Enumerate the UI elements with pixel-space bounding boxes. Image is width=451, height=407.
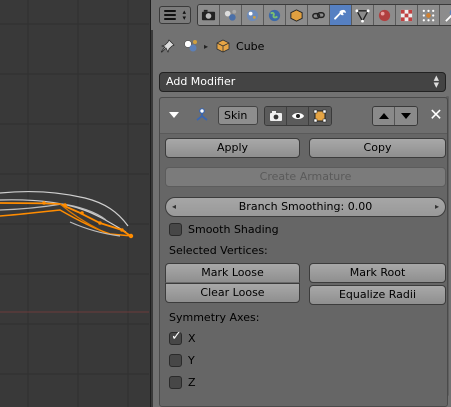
selected-vertices-heading: Selected Vertices: (169, 244, 268, 257)
physics-tab[interactable] (440, 5, 451, 25)
collapse-triangle-icon[interactable] (169, 112, 179, 118)
object-icon (290, 8, 303, 22)
pin-icon[interactable] (161, 39, 175, 53)
render-layers-icon (224, 9, 237, 21)
properties-editor: ▴ ▾ ▸ Cube Add Modifier ▲ ▼ Skin ✕ Apply… (150, 0, 451, 407)
particles-tab[interactable] (418, 5, 440, 25)
mark-loose-button[interactable]: Mark Loose (165, 263, 300, 283)
object-data-icon (355, 8, 370, 23)
world-icon (268, 9, 281, 21)
modifier-visibility-toggles (264, 106, 332, 126)
modifier-header: Skin ✕ (160, 98, 447, 134)
breadcrumb-separator-icon: ▸ (204, 41, 209, 51)
apply-button[interactable]: Apply (165, 138, 300, 158)
symmetry-y-checkbox[interactable] (169, 353, 182, 367)
smooth-shading-checkbox[interactable] (169, 222, 182, 236)
copy-button[interactable]: Copy (309, 138, 446, 158)
add-modifier-menu[interactable]: Add Modifier ▲ ▼ (159, 72, 446, 92)
camera-icon (269, 111, 282, 121)
symmetry-z-label: Z (188, 375, 196, 389)
add-modifier-label: Add Modifier (166, 75, 236, 88)
clear-loose-button[interactable]: Clear Loose (165, 283, 300, 303)
decrement-arrow-icon[interactable]: ◂ (172, 198, 176, 216)
render-toggle[interactable] (265, 107, 287, 125)
modifier-name-field[interactable]: Skin (218, 106, 258, 125)
skin-mesh[interactable] (0, 0, 149, 407)
3d-viewport[interactable] (0, 0, 149, 407)
smooth-shading-option[interactable]: Smooth Shading (169, 221, 279, 237)
symmetry-x-label: X (188, 331, 196, 345)
render-icon (201, 9, 216, 20)
constraints-icon (312, 11, 325, 19)
editmode-toggle[interactable] (309, 107, 331, 125)
equalize-radii-button[interactable]: Equalize Radii (309, 285, 446, 305)
dropdown-arrows-icon: ▲ ▼ (433, 74, 439, 89)
context-tab-bar: ▴ ▾ (151, 0, 451, 30)
symmetry-axes-heading: Symmetry Axes: (169, 311, 260, 324)
arrow-down-icon (401, 113, 411, 119)
increment-arrow-icon[interactable]: ▸ (435, 198, 439, 216)
breadcrumb-object-name: Cube (236, 39, 265, 53)
physics-icon (444, 8, 451, 22)
modifiers-tab[interactable] (330, 5, 352, 25)
constraints-tab[interactable] (308, 5, 330, 25)
skin-modifier-icon (196, 108, 208, 121)
cube-object-icon (216, 39, 230, 53)
render-tab[interactable] (198, 5, 220, 25)
symmetry-z-option[interactable]: Z (169, 374, 196, 390)
texture-icon (400, 9, 413, 21)
symmetry-y-label: Y (188, 353, 195, 367)
symmetry-y-option[interactable]: Y (169, 352, 195, 368)
mark-root-button[interactable]: Mark Root (309, 263, 446, 283)
scene-tab[interactable] (242, 5, 264, 25)
move-down-button[interactable] (395, 107, 417, 125)
branch-smoothing-label: Branch Smoothing: 0.00 (238, 200, 373, 213)
context-tabs (197, 4, 451, 26)
remove-modifier-close-icon[interactable]: ✕ (428, 106, 444, 124)
breadcrumb: ▸ Cube (161, 37, 264, 55)
material-tab[interactable] (374, 5, 396, 25)
create-armature-button[interactable]: Create Armature (165, 167, 446, 187)
move-up-button[interactable] (373, 107, 395, 125)
material-icon (378, 9, 391, 21)
editor-type-icon (164, 10, 176, 20)
smooth-shading-label: Smooth Shading (188, 222, 279, 236)
eye-icon (291, 113, 304, 119)
texture-tab[interactable] (396, 5, 418, 25)
branch-smoothing-slider[interactable]: ◂ Branch Smoothing: 0.00 ▸ (165, 197, 446, 217)
editor-type-menu[interactable]: ▴ ▾ (159, 6, 191, 24)
scene-icon (246, 9, 259, 21)
editmode-icon (313, 109, 327, 123)
symmetry-x-checkbox[interactable] (169, 329, 182, 345)
symmetry-x-option[interactable]: X (169, 329, 196, 346)
modifier-order-buttons (372, 106, 418, 126)
object-tab[interactable] (286, 5, 308, 25)
viewport-toggle[interactable] (287, 107, 309, 125)
arrow-up-icon (378, 113, 389, 119)
render-layers-tab[interactable] (220, 5, 242, 25)
particles-icon (422, 9, 435, 21)
object-data-tab[interactable] (352, 5, 374, 25)
scene-icon (184, 40, 197, 52)
modifiers-wrench-icon (334, 9, 346, 20)
world-tab[interactable] (264, 5, 286, 25)
symmetry-z-checkbox[interactable] (169, 375, 182, 389)
